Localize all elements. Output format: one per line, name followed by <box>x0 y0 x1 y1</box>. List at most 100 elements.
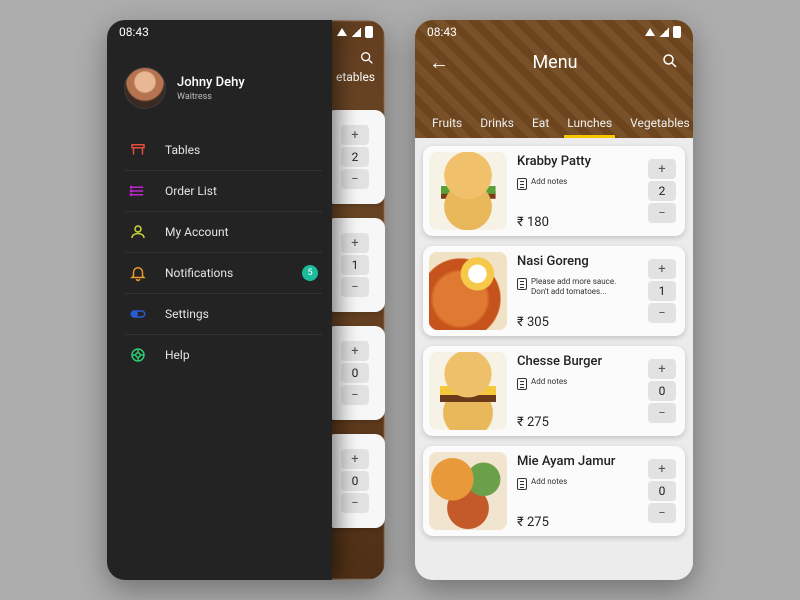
quantity-value: 2 <box>648 181 676 201</box>
drawer-item-order-list[interactable]: Order List <box>125 171 322 212</box>
increment-button[interactable]: + <box>648 159 676 179</box>
quantity-value: 1 <box>341 255 369 275</box>
drawer-item-help[interactable]: Help <box>125 335 322 375</box>
status-icons <box>337 26 373 38</box>
add-notes-button[interactable]: Add notes <box>517 177 635 190</box>
drawer-item-label: Tables <box>165 143 200 157</box>
peek-card: + 0 − <box>325 326 385 420</box>
item-price: ₹ 180 <box>517 215 635 230</box>
tab-eat[interactable]: Eat <box>523 110 558 138</box>
back-button[interactable]: ← <box>429 50 449 75</box>
increment-button[interactable]: + <box>648 259 676 279</box>
quantity-value: 0 <box>341 471 369 491</box>
lifebuoy-icon <box>129 346 147 364</box>
item-price: ₹ 305 <box>517 315 635 330</box>
item-price: ₹ 275 <box>517 415 635 430</box>
peek-card: + 0 − <box>325 434 385 528</box>
status-bar: 08:43 <box>415 20 693 44</box>
bell-icon <box>129 264 147 282</box>
drawer-item-label: My Account <box>165 225 229 239</box>
note-icon <box>517 478 527 490</box>
quantity-value: 0 <box>648 381 676 401</box>
page-title: Menu <box>449 52 661 73</box>
add-notes-button[interactable]: Add notes <box>517 477 635 490</box>
drawer-menu: Tables Order List My Account Notificatio… <box>107 126 332 375</box>
menu-list[interactable]: Krabby Patty Add notes ₹ 180 + 2 − Nasi … <box>415 138 693 580</box>
drawer-item-label: Notifications <box>165 266 233 280</box>
tab-lunches[interactable]: Lunches <box>558 110 621 138</box>
note-icon <box>517 278 527 290</box>
increment-button[interactable]: + <box>341 449 369 469</box>
wifi-icon <box>337 28 347 36</box>
decrement-button[interactable]: − <box>648 203 676 223</box>
add-notes-button[interactable]: Add notes <box>517 377 635 390</box>
decrement-button[interactable]: − <box>341 493 369 513</box>
increment-button[interactable]: + <box>341 125 369 145</box>
increment-button[interactable]: + <box>341 233 369 253</box>
food-thumbnail <box>429 252 507 330</box>
drawer-item-settings[interactable]: Settings <box>125 294 322 335</box>
quantity-value: 1 <box>648 281 676 301</box>
item-price: ₹ 275 <box>517 515 635 530</box>
drawer-item-label: Help <box>165 348 190 362</box>
category-tabs: Fruits Drinks Eat Lunches Vegetables <box>415 110 693 138</box>
quantity-value: 0 <box>648 481 676 501</box>
signal-icon <box>351 28 361 37</box>
tab-vegetables[interactable]: Vegetables <box>621 110 693 138</box>
navigation-drawer: Johny Dehy Waitress Tables Order List <box>107 20 332 580</box>
item-name: Chesse Burger <box>517 354 635 369</box>
profile-header[interactable]: Johny Dehy Waitress <box>107 60 332 126</box>
menu-item-card[interactable]: Krabby Patty Add notes ₹ 180 + 2 − <box>423 146 685 236</box>
menu-item-card[interactable]: Mie Ayam Jamur Add notes ₹ 275 + 0 − <box>423 446 685 536</box>
search-icon[interactable] <box>359 50 375 70</box>
increment-button[interactable]: + <box>341 341 369 361</box>
avatar <box>125 68 165 108</box>
item-name: Mie Ayam Jamur <box>517 454 635 469</box>
decrement-button[interactable]: − <box>648 303 676 323</box>
table-icon <box>129 141 147 159</box>
decrement-button[interactable]: − <box>341 277 369 297</box>
increment-button[interactable]: + <box>648 459 676 479</box>
quantity-value: 0 <box>341 363 369 383</box>
phone-drawer-view: 08:43 etables + 2 − + 1 − + <box>107 20 385 580</box>
signal-icon <box>659 28 669 37</box>
drawer-item-label: Order List <box>165 184 217 198</box>
tab-drinks[interactable]: Drinks <box>471 110 523 138</box>
status-icons <box>645 26 681 38</box>
decrement-button[interactable]: − <box>648 403 676 423</box>
item-name: Krabby Patty <box>517 154 635 169</box>
user-role: Waitress <box>177 92 245 102</box>
note-icon <box>517 378 527 390</box>
toggle-icon <box>129 305 147 323</box>
user-icon <box>129 223 147 241</box>
food-thumbnail <box>429 352 507 430</box>
search-button[interactable] <box>661 52 679 74</box>
battery-icon <box>365 26 373 38</box>
menu-item-card[interactable]: Nasi Goreng Please add more sauce. Don't… <box>423 246 685 336</box>
peek-card: + 1 − <box>325 218 385 312</box>
item-name: Nasi Goreng <box>517 254 635 269</box>
food-thumbnail <box>429 452 507 530</box>
wifi-icon <box>645 28 655 36</box>
drawer-item-tables[interactable]: Tables <box>125 130 322 171</box>
status-time: 08:43 <box>427 25 457 39</box>
menu-item-card[interactable]: Chesse Burger Add notes ₹ 275 + 0 − <box>423 346 685 436</box>
note-icon <box>517 178 527 190</box>
tab-fruits[interactable]: Fruits <box>423 110 471 138</box>
decrement-button[interactable]: − <box>648 503 676 523</box>
add-notes-button[interactable]: Please add more sauce. Don't add tomatoe… <box>517 277 635 296</box>
food-thumbnail <box>429 152 507 230</box>
increment-button[interactable]: + <box>648 359 676 379</box>
status-time: 08:43 <box>119 25 149 39</box>
drawer-item-label: Settings <box>165 307 209 321</box>
notification-badge: 5 <box>302 265 318 281</box>
list-icon <box>129 182 147 200</box>
status-bar: 08:43 <box>107 20 385 44</box>
quantity-value: 2 <box>341 147 369 167</box>
decrement-button[interactable]: − <box>341 385 369 405</box>
decrement-button[interactable]: − <box>341 169 369 189</box>
drawer-item-notifications[interactable]: Notifications 5 <box>125 253 322 294</box>
drawer-item-my-account[interactable]: My Account <box>125 212 322 253</box>
peek-card: + 2 − <box>325 110 385 204</box>
phone-menu-view: 08:43 ← Menu Fruits Drinks Eat Lunches V… <box>415 20 693 580</box>
